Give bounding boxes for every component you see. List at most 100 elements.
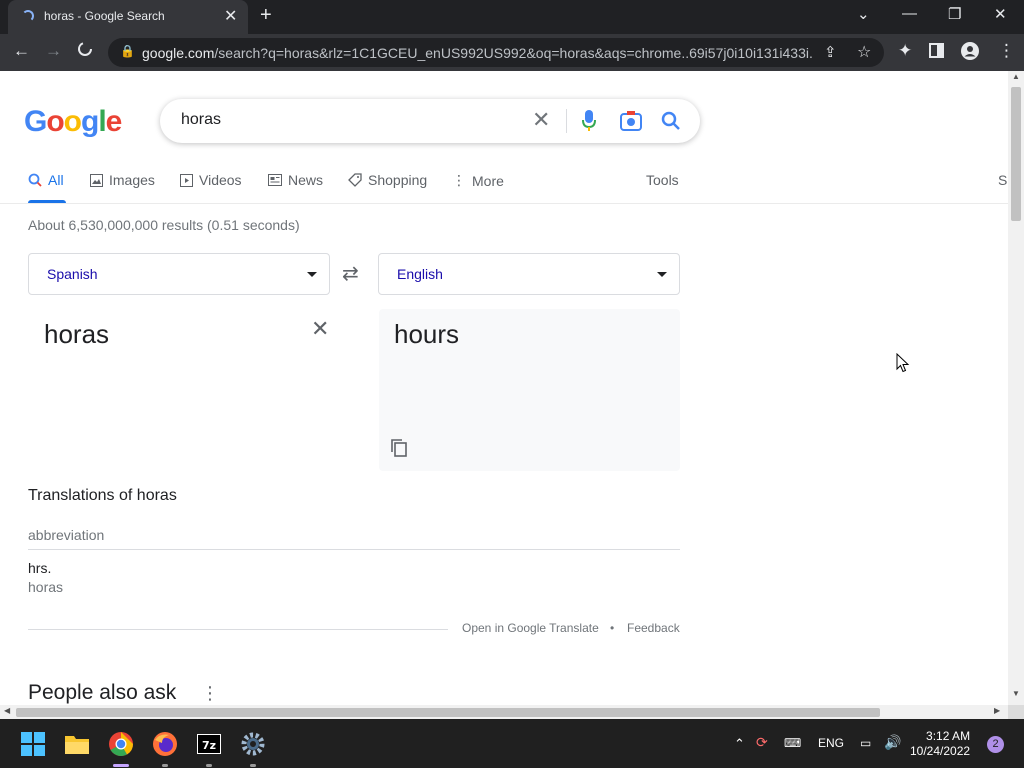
close-window-icon[interactable]: ✕ — [994, 5, 1007, 23]
search-results-page: Google horas ✕ All Images Videos News Sh… — [0, 71, 1008, 705]
source-language-label: Spanish — [47, 266, 98, 282]
translation-output-panel: hours — [379, 309, 680, 471]
open-google-translate-link[interactable]: Open in Google Translate — [462, 621, 599, 635]
horizontal-scroll-thumb[interactable] — [16, 708, 880, 717]
source-text-input[interactable]: horas — [44, 319, 109, 350]
volume-icon[interactable]: 🔊 — [884, 734, 901, 751]
target-language-select[interactable]: English — [378, 253, 680, 295]
tools-button[interactable]: Tools — [646, 172, 679, 188]
tab-more[interactable]: ⋮ More — [452, 172, 504, 189]
more-dots-icon: ⋮ — [452, 172, 466, 188]
tag-icon — [348, 173, 362, 187]
tab-news[interactable]: News — [268, 172, 323, 188]
notification-badge[interactable]: 2 — [987, 736, 1004, 753]
clock-date: 10/24/2022 — [910, 744, 971, 758]
nav-divider — [0, 203, 1008, 204]
file-explorer-icon[interactable] — [64, 731, 90, 757]
new-tab-icon[interactable]: + — [260, 4, 272, 27]
feedback-link[interactable]: Feedback — [627, 621, 680, 635]
search-box[interactable]: horas ✕ — [160, 99, 700, 143]
windows-taskbar: 7z ⌃ ⟳ ⌨ ENG ▭ 🔊 3:12 AM 10/24/2022 2 — [0, 719, 1024, 768]
back-icon[interactable]: ← — [13, 41, 30, 61]
separator-bullet: • — [610, 621, 615, 635]
menu-kebab-icon[interactable]: ⋮ — [998, 41, 1015, 61]
section-divider — [28, 549, 680, 550]
scroll-down-icon[interactable]: ▼ — [1012, 689, 1020, 698]
search-icon — [28, 173, 42, 187]
browser-titlebar: horas - Google Search ✕ + ⌄ — ❐ ✕ — [0, 0, 1024, 34]
tab-label: News — [288, 172, 324, 188]
tab-search-icon[interactable]: ⌄ — [857, 5, 870, 23]
forward-icon[interactable]: → — [45, 41, 62, 61]
sync-icon[interactable]: ⟳ — [756, 734, 768, 751]
close-tab-icon[interactable]: ✕ — [224, 6, 237, 26]
source-language-select[interactable]: Spanish — [28, 253, 330, 295]
lock-icon[interactable]: 🔒 — [120, 44, 135, 58]
running-app-indicator — [162, 764, 168, 767]
tab-title: horas - Google Search — [44, 9, 165, 23]
search-divider — [566, 109, 567, 133]
dropdown-caret-icon — [657, 272, 667, 277]
network-icon[interactable]: ▭ — [860, 736, 871, 750]
search-icon[interactable] — [661, 111, 681, 136]
browser-tab[interactable]: horas - Google Search ✕ — [8, 0, 248, 34]
profile-icon[interactable] — [961, 42, 979, 65]
more-options-icon[interactable]: ⋮ — [201, 683, 219, 704]
tab-all[interactable]: All — [28, 172, 64, 188]
target-language-label: English — [397, 266, 443, 282]
swap-languages-icon[interactable]: ⇄ — [342, 261, 359, 286]
input-language[interactable]: ENG — [818, 736, 844, 750]
google-logo[interactable]: Google — [24, 105, 123, 139]
logo-letter: e — [105, 105, 123, 138]
stop-loading-icon[interactable] — [77, 41, 93, 62]
vertical-scroll-thumb[interactable] — [1011, 87, 1021, 221]
restore-icon[interactable]: ❐ — [948, 5, 961, 23]
back-translation: horas — [28, 579, 64, 595]
share-icon[interactable]: ⇪ — [824, 43, 837, 61]
logo-letter: G — [24, 105, 47, 138]
address-bar[interactable]: 🔒 google.com/search?q=horas&rlz=1C1GCEU_… — [108, 38, 884, 67]
browser-toolbar: ← → 🔒 google.com/search?q=horas&rlz=1C1G… — [0, 34, 1024, 71]
scroll-right-icon[interactable]: ▶ — [994, 706, 1000, 715]
part-of-speech: abbreviation — [28, 527, 105, 543]
scroll-left-icon[interactable]: ◀ — [4, 706, 10, 715]
result-stats: About 6,530,000,000 results (0.51 second… — [28, 217, 300, 233]
windows-start-icon[interactable] — [20, 731, 46, 757]
firefox-icon[interactable] — [152, 731, 178, 757]
translation-output: hours — [394, 319, 460, 349]
minimize-icon[interactable]: — — [902, 5, 917, 22]
image-search-icon[interactable] — [620, 111, 642, 136]
7zip-icon[interactable]: 7z — [196, 731, 222, 757]
tab-label: More — [472, 172, 504, 189]
copy-icon[interactable] — [391, 439, 407, 457]
scroll-up-icon[interactable]: ▲ — [1012, 72, 1020, 81]
side-panel-icon[interactable] — [929, 43, 944, 63]
news-icon — [268, 174, 282, 186]
url-text[interactable]: google.com/search?q=horas&rlz=1C1GCEU_en… — [142, 45, 812, 61]
extensions-icon[interactable]: ✦ — [898, 41, 912, 61]
dropdown-caret-icon — [307, 272, 317, 277]
tab-shopping[interactable]: Shopping — [348, 172, 427, 188]
tab-label: Shopping — [368, 172, 428, 188]
bookmark-star-icon[interactable]: ☆ — [857, 42, 871, 62]
vertical-scrollbar[interactable]: ▲ ▼ — [1008, 71, 1024, 705]
search-input[interactable]: horas — [181, 111, 221, 129]
safesearch-link[interactable]: S — [998, 172, 1007, 188]
tab-videos[interactable]: Videos — [180, 172, 242, 188]
keyboard-icon[interactable]: ⌨ — [784, 736, 801, 750]
chrome-icon[interactable] — [108, 731, 134, 757]
clear-source-icon[interactable]: ✕ — [311, 316, 329, 342]
translation-word[interactable]: hrs. — [28, 560, 51, 576]
horizontal-scrollbar[interactable]: ◀ ▶ — [0, 705, 1008, 719]
tab-images[interactable]: Images — [90, 172, 155, 188]
tab-label: All — [48, 172, 64, 188]
system-clock[interactable]: 3:12 AM 10/24/2022 — [910, 729, 970, 759]
image-icon — [90, 173, 103, 187]
voice-search-icon[interactable] — [582, 110, 596, 137]
running-app-indicator — [250, 764, 256, 767]
settings-gear-icon[interactable] — [240, 731, 266, 757]
loading-spinner-icon — [22, 10, 34, 22]
tray-overflow-chevron-icon[interactable]: ⌃ — [734, 736, 745, 752]
clear-search-icon[interactable]: ✕ — [532, 107, 550, 133]
translations-heading: Translations of horas — [28, 487, 177, 504]
